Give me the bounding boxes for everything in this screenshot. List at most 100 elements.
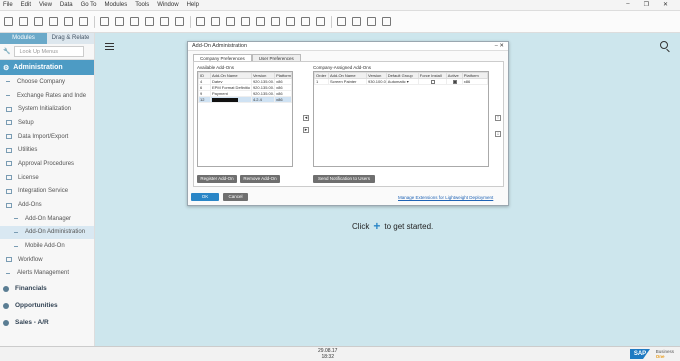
sidebar-module-opportunities[interactable]: Opportunities [0, 297, 94, 314]
target-document-icon[interactable] [241, 17, 250, 26]
last-record-icon[interactable] [175, 17, 184, 26]
close-icon[interactable]: ✕ [663, 1, 668, 8]
sms-icon[interactable] [64, 17, 73, 26]
search-icon[interactable] [100, 17, 109, 26]
minimize-icon[interactable]: – [626, 1, 629, 8]
settings-icon[interactable] [316, 17, 325, 26]
send-notification-button[interactable]: Send Notification to Users [313, 175, 375, 183]
next-record-icon[interactable] [160, 17, 169, 26]
sidebar-item-add-ons[interactable]: Add-Ons [0, 198, 94, 212]
menu-modules[interactable]: Modules [105, 2, 128, 8]
plus-icon[interactable]: + [373, 219, 380, 233]
table-row[interactable]: 6 EPM Format Definitio 920.135.00. x86 [198, 84, 292, 91]
dash-icon [6, 81, 10, 83]
unassign-arrow-button[interactable]: ▸ [303, 127, 309, 133]
available-add-ons-label: Available Add-Ons [197, 65, 234, 70]
table-row[interactable]: 1 Screen Painter 930.100.0 Automatic ▾ x… [314, 78, 489, 85]
sidebar-item-workflow[interactable]: Workflow [0, 253, 94, 267]
base-document-icon[interactable] [226, 17, 235, 26]
sidebar-module-financials[interactable]: Financials [0, 280, 94, 297]
sidebar-item-add-on-administration[interactable]: Add-On Administration [0, 225, 94, 240]
table-row-selected[interactable]: 12 4.2.4 x86 [198, 96, 292, 103]
cancel-button[interactable]: Cancel [223, 193, 248, 201]
payment-means-icon[interactable] [271, 17, 280, 26]
sidebar-item-choose-company[interactable]: Choose Company [0, 75, 94, 89]
sidebar-item-label: License [18, 174, 39, 181]
sidebar-item-exchange-rates[interactable]: Exchange Rates and Inde [0, 89, 94, 103]
available-add-ons-table[interactable]: ID Add-On Name Version Platform 4 Datev … [197, 71, 293, 167]
filter-icon[interactable] [196, 17, 205, 26]
cell-version: 930.100.0 [366, 78, 387, 85]
tab-drag-relate[interactable]: Drag & Relate [47, 33, 94, 44]
sidebar-item-utilities[interactable]: Utilities [0, 143, 94, 157]
previous-record-icon[interactable] [145, 17, 154, 26]
cell-version: 920.135.00. [250, 84, 276, 91]
fax-icon[interactable] [79, 17, 88, 26]
add-icon[interactable] [115, 17, 124, 26]
add-on-administration-dialog: Add-On Administration – ✕ Company Prefer… [187, 41, 509, 206]
calculator-icon[interactable] [367, 17, 376, 26]
calendar-icon[interactable] [352, 17, 361, 26]
print-icon[interactable] [4, 17, 13, 26]
cell-version: 920.135.00. [250, 78, 276, 85]
company-assigned-table[interactable]: Order Add-On Name Version Default Group … [313, 71, 489, 167]
cell-platform: x86 [461, 78, 489, 85]
folder-icon [6, 134, 12, 140]
sidebar-item-mobile-add-on[interactable]: Mobile Add-On [0, 239, 94, 253]
sidebar-section-administration[interactable]: ⚙ Administration [0, 60, 94, 75]
menu-bar: File Edit View Data Go To Modules Tools … [0, 0, 680, 11]
menu-help[interactable]: Help [187, 2, 199, 8]
dropdown-icon: ▾ [406, 79, 409, 84]
first-record-icon[interactable] [130, 17, 139, 26]
sidebar-item-add-on-manager[interactable]: Add-On Manager [0, 212, 94, 226]
menu-goto[interactable]: Go To [81, 2, 97, 8]
cell-name: EPM Format Definitio [210, 84, 252, 91]
sidebar-item-alerts-management[interactable]: Alerts Management [0, 267, 94, 281]
menu-search-input[interactable]: Look Up Menus [14, 46, 85, 57]
cell-default-group[interactable]: Automatic ▾ [385, 78, 419, 85]
menu-data[interactable]: Data [60, 2, 73, 8]
sidebar-item-setup[interactable]: Setup [0, 116, 94, 130]
assign-arrow-button[interactable]: ◂ [303, 115, 309, 121]
remove-add-on-button[interactable]: Remove Add-On [240, 175, 280, 183]
cell-name: Screen Painter [328, 78, 367, 85]
menu-tools[interactable]: Tools [135, 2, 149, 8]
close-icon[interactable]: ✕ [499, 43, 504, 49]
search-icon[interactable] [660, 41, 668, 49]
hamburger-icon[interactable] [105, 43, 114, 50]
export-icon[interactable] [34, 17, 43, 26]
email-icon[interactable] [49, 17, 58, 26]
register-add-on-button[interactable]: Register Add-On [197, 175, 237, 183]
print-preview-icon[interactable] [19, 17, 28, 26]
menu-window[interactable]: Window [157, 2, 178, 8]
sort-icon[interactable] [211, 17, 220, 26]
column-header[interactable]: Platform [274, 72, 292, 79]
journal-icon[interactable] [286, 17, 295, 26]
menu-view[interactable]: View [39, 2, 52, 8]
sidebar-item-data-import-export[interactable]: Data Import/Export [0, 130, 94, 144]
folder-icon [6, 106, 12, 112]
sidebar-item-integration-service[interactable]: Integration Service [0, 185, 94, 199]
sidebar-item-approval-procedures[interactable]: Approval Procedures [0, 157, 94, 171]
sidebar-item-system-initialization[interactable]: System Initialization [0, 102, 94, 116]
messages-icon[interactable] [337, 17, 346, 26]
sidebar-module-sales[interactable]: Sales - A/R [0, 314, 94, 331]
menu-edit[interactable]: Edit [21, 2, 31, 8]
minimize-icon[interactable]: – [495, 43, 498, 49]
ok-button[interactable]: OK [191, 193, 219, 201]
manage-extensions-link[interactable]: Manage Extensions for Lightweight Deploy… [398, 195, 493, 200]
active-checkbox[interactable] [452, 79, 457, 84]
help-icon[interactable] [382, 17, 391, 26]
move-down-button[interactable]: ↓ [495, 131, 501, 137]
sidebar-item-license[interactable]: License [0, 171, 94, 185]
cell-order: 1 [314, 78, 329, 85]
redaction-bar [212, 97, 238, 102]
move-up-button[interactable]: ↑ [495, 115, 501, 121]
tab-modules[interactable]: Modules [0, 33, 47, 44]
restore-icon[interactable]: ❐ [644, 1, 649, 8]
gross-profit-icon[interactable] [256, 17, 265, 26]
dash-icon [14, 231, 18, 233]
force-install-checkbox[interactable] [430, 79, 435, 84]
menu-file[interactable]: File [3, 2, 13, 8]
layout-designer-icon[interactable] [301, 17, 310, 26]
